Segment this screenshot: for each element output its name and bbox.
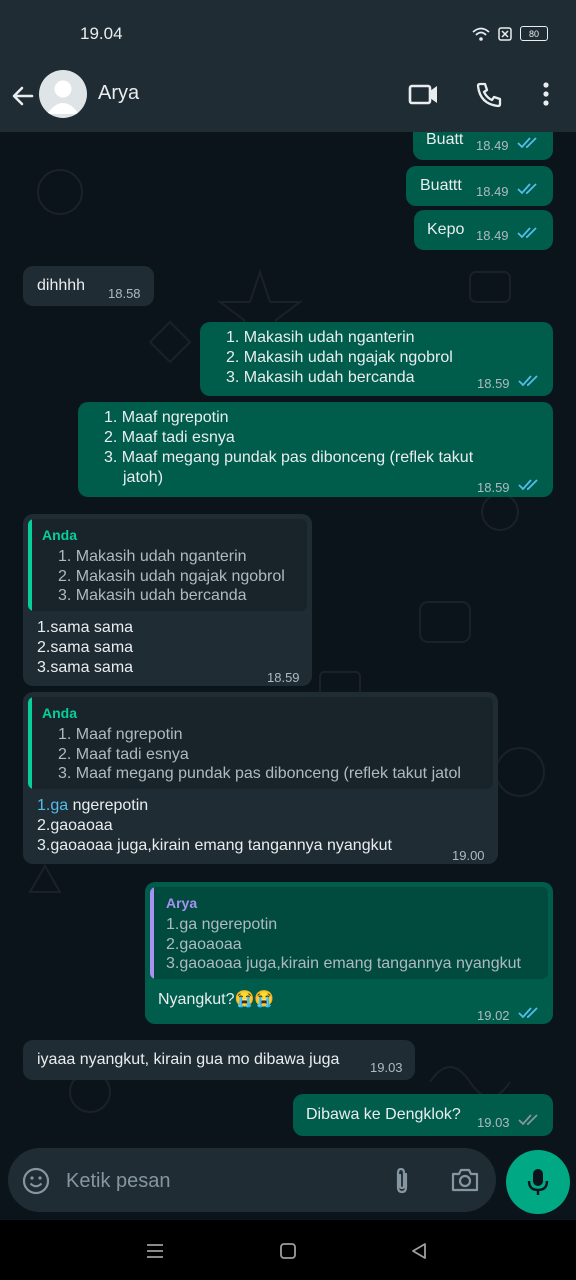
message-text: Nyangkut?😭😭 [158,991,275,1008]
status-time: 19.04 [80,24,123,43]
double-check-icon [518,375,538,387]
nav-back-icon[interactable] [410,1242,428,1260]
message-text: Buatt [426,132,464,148]
double-check-icon [518,479,538,491]
message-time: 18.59 [477,376,510,391]
message-bubble-outgoing[interactable]: 1. Maaf ngrepotin 2. Maaf tadi esnya 3. … [78,402,553,497]
double-check-icon [518,1114,538,1126]
video-call-icon[interactable] [406,80,440,108]
message-text: iyaaa nyangkut, kirain gua mo dibawa jug… [37,1051,340,1068]
message-bubble-incoming-reply[interactable]: Anda 1. Makasih udah nganterin 2. Makasi… [23,514,312,686]
recent-apps-icon[interactable] [146,1243,164,1259]
quote-lines: 1. Makasih udah nganterin 2. Makasih uda… [58,548,285,604]
list-item: 2.gaoaoaa [37,817,113,834]
message-time: 19.03 [370,1060,403,1075]
quote-author: Arya [166,895,198,911]
message-bubble-outgoing[interactable]: Buattt 18.49 [406,166,553,206]
battery-icon: 80 [520,26,548,41]
home-icon[interactable] [280,1243,296,1259]
avatar-icon[interactable] [39,70,87,118]
chat-header: Arya [0,70,576,133]
list-item: 3.gaoaoaa juga,kirain emang tangannya ny… [37,837,392,854]
quoted-message[interactable]: Arya 1.ga ngerepotin 2.gaoaoaa 3.gaoaoaa… [150,887,548,979]
status-bar: 19.04 80 [0,0,576,70]
message-input-container[interactable] [8,1148,496,1212]
message-list: 1.sama sama 2.sama sama 3.sama sama [37,618,133,678]
message-time: 18.59 [267,670,300,685]
message-text: Kepo [427,221,465,238]
mic-button[interactable] [506,1150,570,1214]
sim-off-icon [498,26,512,41]
message-bubble-incoming[interactable]: dihhhh 18.58 [23,266,154,306]
message-text: dihhhh [37,277,86,294]
message-list: 1. Makasih udah nganterin 2. Makasih uda… [226,328,453,388]
message-text: Buattt [420,177,462,194]
message-link[interactable]: 1.ga [37,797,68,814]
list-item: 2.sama sama [37,639,134,656]
double-check-icon [517,183,537,195]
list-item: 1.sama sama [37,619,134,636]
double-check-icon [517,137,537,149]
message-time: 18.58 [108,286,141,301]
message-time: 19.00 [452,848,485,863]
quoted-message[interactable]: Anda 1. Maaf ngrepotin 2. Maaf tadi esny… [28,697,493,789]
message-time: 18.49 [476,228,509,243]
list-item: 2. Makasih udah ngajak ngobrol [226,349,453,366]
message-bubble-incoming[interactable]: iyaaa nyangkut, kirain gua mo dibawa jug… [23,1040,415,1080]
list-item: 2. Maaf tadi esnya [104,429,235,446]
message-list: 1. Maaf ngrepotin 2. Maaf tadi esnya 3. … [104,408,473,488]
back-arrow-icon[interactable] [10,83,36,109]
chat-area[interactable]: Buatt 18.49 Buattt 18.49 Kepo 18.49 dihh… [0,132,576,1148]
list-item: 3.sama sama [37,659,134,676]
message-bubble-outgoing[interactable]: Kepo 18.49 [414,210,553,250]
message-bubble-outgoing-reply[interactable]: Arya 1.ga ngerepotin 2.gaoaoaa 3.gaoaoaa… [145,882,553,1024]
phone-icon[interactable] [474,80,504,110]
message-bubble-outgoing[interactable]: Dibawa ke Dengklok? 19.03 [293,1094,553,1136]
message-time: 18.49 [476,138,509,153]
message-bubble-outgoing[interactable]: 1. Makasih udah nganterin 2. Makasih uda… [200,322,553,396]
camera-icon[interactable] [450,1167,480,1193]
wifi-icon [472,27,490,41]
mic-icon [527,1169,549,1195]
message-list: 1.ga ngerepotin 2.gaoaoaa 3.gaoaoaa juga… [37,796,392,856]
double-check-icon [517,227,537,239]
message-time: 19.03 [477,1115,510,1130]
list-item-continuation: jatoh) [123,469,164,486]
status-icons: 80 [472,26,548,41]
quote-author: Anda [42,705,77,721]
quote-bar [28,697,32,789]
quote-lines: 1.ga ngerepotin 2.gaoaoaa 3.gaoaoaa juga… [166,916,521,972]
message-bubble-outgoing[interactable]: Buatt 18.49 [413,132,553,160]
message-input-bar [0,1148,576,1220]
quote-lines: 1. Maaf ngrepotin 2. Maaf tadi esnya 3. … [58,726,461,782]
contact-name[interactable]: Arya [98,82,139,105]
double-check-icon [518,1007,538,1019]
quote-author: Anda [42,527,77,543]
battery-level: 80 [528,28,539,39]
list-item: 1. Maaf ngrepotin [104,409,229,426]
message-time: 18.59 [477,480,510,495]
message-time: 18.49 [476,184,509,199]
list-item: 3. Maaf megang pundak pas dibonceng (ref… [104,449,474,466]
message-bubble-incoming-reply[interactable]: Anda 1. Maaf ngrepotin 2. Maaf tadi esny… [23,692,498,864]
message-time: 19.02 [477,1008,510,1023]
list-item: 1.ga ngerepotin [37,797,149,814]
message-text: Dibawa ke Dengklok? [306,1106,461,1123]
quoted-message[interactable]: Anda 1. Makasih udah nganterin 2. Makasi… [28,519,307,611]
list-item: 3. Makasih udah bercanda [226,369,415,386]
more-options-icon[interactable] [534,80,558,108]
emoji-icon[interactable] [22,1167,50,1195]
quote-bar [150,887,154,979]
quote-bar [28,519,32,611]
attach-icon[interactable] [390,1166,414,1196]
message-input[interactable] [64,1166,368,1196]
system-nav-bar [0,1220,576,1280]
list-item: 1. Makasih udah nganterin [226,329,415,346]
